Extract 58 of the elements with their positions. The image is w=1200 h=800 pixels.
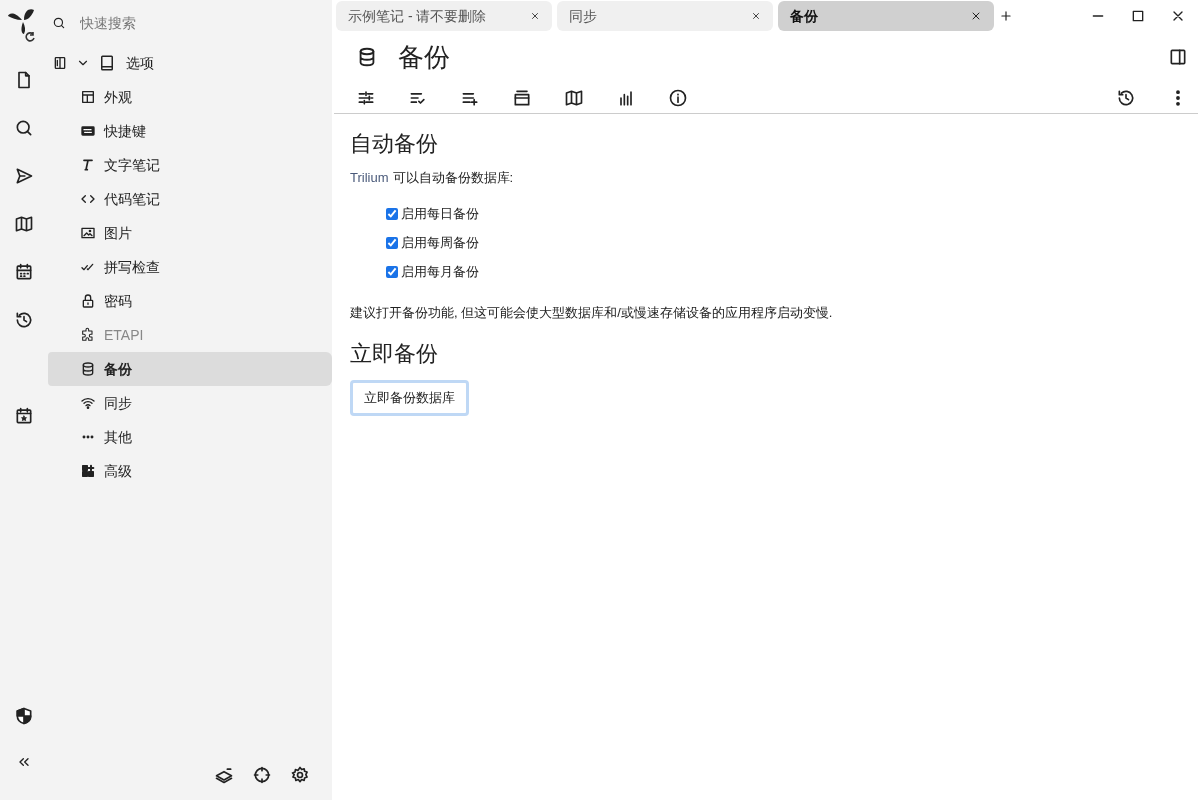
checkbox-label[interactable]: 启用每月备份 [401,262,479,282]
book-split-icon[interactable] [52,55,68,71]
checkbox[interactable] [386,208,398,220]
tree-item-label[interactable]: 拼写检查 [104,256,160,278]
image-icon [80,225,96,241]
map-icon[interactable] [14,214,34,234]
keyboard-icon [80,123,96,139]
section-heading: 立即备份 [350,340,439,368]
tree-item-label[interactable]: 密码 [104,290,132,312]
settings-icon[interactable] [290,765,310,785]
maximize-icon[interactable] [1130,8,1146,24]
checkbox[interactable] [386,237,398,249]
info-icon[interactable] [668,87,688,108]
puzzle-icon [80,327,96,343]
tree-item-label[interactable]: 高级 [104,460,132,482]
quick-search-field[interactable]: 快速搜索 [80,12,300,34]
widgets-icon [80,463,96,479]
tree-item-label[interactable]: 快捷键 [104,120,146,142]
checkbox-label[interactable]: 启用每周备份 [401,233,479,253]
trilium-link[interactable]: Trilium [350,168,389,188]
map-icon[interactable] [564,87,584,108]
tab[interactable]: 示例笔记 - 请不要删除 [336,1,552,31]
tree-item[interactable]: 选项 [126,52,154,74]
close-icon[interactable] [751,11,761,21]
close-icon[interactable] [530,11,540,21]
layers-icon[interactable] [214,765,234,785]
search-icon [52,16,66,30]
sidebar-toggle-icon[interactable] [1168,47,1188,67]
calendar-icon[interactable] [14,262,34,282]
add-tab-icon[interactable] [999,9,1013,23]
tab[interactable]: 备份 [778,1,994,31]
database-icon [80,361,96,377]
lock-icon [80,293,96,309]
send-icon[interactable] [14,166,34,186]
tab[interactable]: 同步 [557,1,773,31]
text-icon [80,157,96,173]
tree-item[interactable]: 备份 [48,352,332,386]
tree-item-label[interactable]: 同步 [104,392,132,414]
tree-item-label[interactable]: 代码笔记 [104,188,160,210]
checkbox-label[interactable]: 启用每日备份 [401,204,479,224]
intro-text: 可以自动备份数据库: [392,169,514,187]
search-icon[interactable] [14,118,34,138]
tree-item-label[interactable]: 外观 [104,86,132,108]
history-icon[interactable] [14,310,34,330]
checkbox[interactable] [386,266,398,278]
tree-item-label[interactable]: 图片 [104,222,132,244]
recommendation-text: 建议打开备份功能, 但这可能会使大型数据库和/或慢速存储设备的应用程序启动变慢. [350,303,834,322]
wifi-icon [80,395,96,411]
section-heading: 自动备份 [350,130,439,158]
tree-item-label[interactable]: 文字笔记 [104,154,160,176]
book-icon [98,54,116,72]
shield-icon[interactable] [14,706,34,726]
layout-icon [80,89,96,105]
crosshair-icon[interactable] [252,765,272,785]
backup-now-button[interactable]: 立即备份数据库 [350,380,469,416]
close-icon[interactable] [970,10,982,22]
note-title[interactable]: 备份 [398,37,1148,77]
tree-item-label[interactable]: 其他 [104,426,132,448]
